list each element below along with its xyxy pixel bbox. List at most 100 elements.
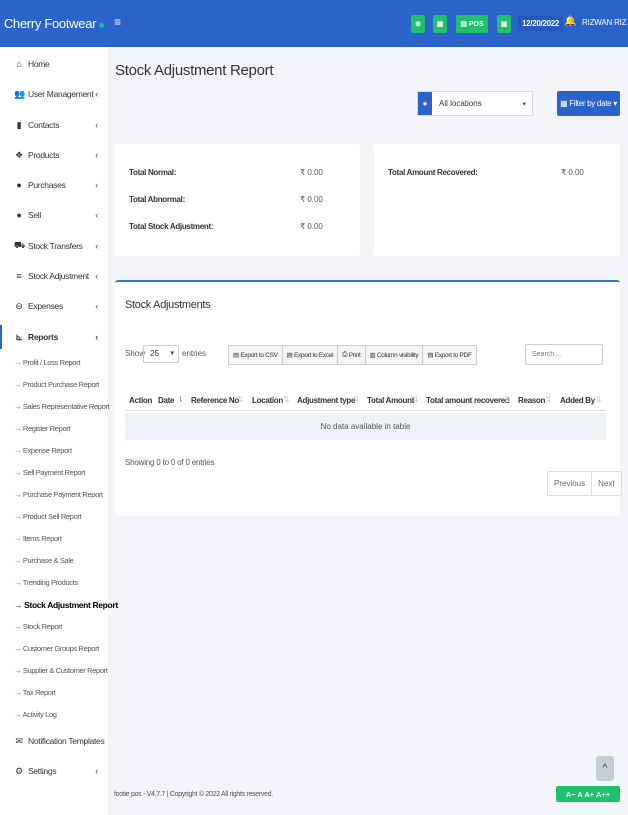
report-link-profit-loss[interactable]: → Profit / Loss Report xyxy=(14,358,80,367)
pos-button[interactable]: ▤ POS xyxy=(456,15,488,33)
hamburger-icon[interactable]: ≡ xyxy=(114,15,121,29)
sidebar-item-settings[interactable]: ⚙ Settings ‹ xyxy=(0,759,108,783)
total-recovered-label: Total Amount Recovered: xyxy=(388,168,478,177)
calculator-icon[interactable]: ▦ xyxy=(433,15,447,33)
search-input[interactable] xyxy=(525,344,603,365)
sidebar-item-reports[interactable]: ⊾ Reports ‹ xyxy=(0,325,108,349)
report-link-register[interactable]: → Register Report xyxy=(14,424,71,433)
chevron-left-icon: ‹ xyxy=(95,332,98,342)
column-visibility-button[interactable]: ▥ Column visibility xyxy=(366,346,424,364)
report-link-sell-payment[interactable]: → Sell Payment Report xyxy=(14,468,85,477)
total-adjustment-value: ₹ 0.00 xyxy=(300,222,323,231)
pos-label: POS xyxy=(468,20,484,28)
export-excel-button[interactable]: ▤ Export to Excel xyxy=(283,346,339,364)
previous-button[interactable]: Previous xyxy=(548,472,593,495)
col-header-total-recovered[interactable]: Total amount recovered xyxy=(426,396,510,405)
location-select[interactable]: ● All locations ▾ xyxy=(417,91,533,116)
sidebar-item-stock-adjustment[interactable]: ≡ Stock Adjustment ‹ xyxy=(0,264,108,288)
sidebar-item-label: Expenses xyxy=(28,301,63,311)
home-icon: ⌂ xyxy=(16,59,22,69)
page-title: Stock Adjustment Report xyxy=(115,62,274,79)
filter-by-date-button[interactable]: ▦ Filter by date ▾ xyxy=(557,91,620,116)
pagination: Previous Next xyxy=(547,471,622,496)
report-link-items[interactable]: → Items Report xyxy=(14,534,62,543)
header-divider xyxy=(125,410,606,411)
col-header-location[interactable]: Location xyxy=(252,396,283,405)
database-icon: ≡ xyxy=(16,271,22,281)
col-header-adjustment-type[interactable]: Adjustment type xyxy=(297,396,355,405)
caret-down-icon: ▾ xyxy=(522,100,526,108)
report-link-product-purchase[interactable]: → Product Purchase Report xyxy=(14,380,99,389)
chevron-left-icon: ‹ xyxy=(95,766,98,776)
sidebar-item-label: Purchases xyxy=(28,180,66,190)
font-size-controls[interactable]: A− A A+ A++ xyxy=(556,786,620,802)
add-circle-icon[interactable]: ⊕ xyxy=(411,15,425,33)
sidebar-item-user-management[interactable]: 👥 User Management ‹ xyxy=(0,82,108,106)
report-link-sales-rep[interactable]: → Sales Representative Report xyxy=(14,402,110,411)
report-link-trending-products[interactable]: → Trending Products xyxy=(14,578,78,587)
export-csv-button[interactable]: ▤ Export to CSV xyxy=(229,346,283,364)
brand-name: Cherry Footwear xyxy=(3,16,97,31)
col-header-action[interactable]: Action xyxy=(129,396,152,405)
col-header-date[interactable]: Date xyxy=(158,396,174,405)
export-excel-label: Export to Excel xyxy=(294,351,334,359)
report-link-product-sell[interactable]: → Product Sell Report xyxy=(14,512,82,521)
truck-icon: ⛟ xyxy=(14,240,26,250)
sidebar-item-expenses[interactable]: ⊖ Expenses ‹ xyxy=(0,294,108,318)
col-header-added-by[interactable]: Added By xyxy=(560,396,595,405)
table-empty-row: No data available in table xyxy=(125,413,606,440)
sidebar-item-products[interactable]: ❖ Products ‹ xyxy=(0,143,108,167)
report-link-activity-log[interactable]: → Activity Log xyxy=(14,710,57,719)
entries-select[interactable]: 25 ▾ xyxy=(143,345,179,363)
sidebar-item-notification-templates[interactable]: ✉ Notification Templates xyxy=(0,729,108,753)
report-link-expense[interactable]: → Expense Report xyxy=(14,446,72,455)
print-button[interactable]: ⎙ Print xyxy=(338,346,366,364)
next-button[interactable]: Next xyxy=(592,472,620,495)
sidebar-item-label: Sell xyxy=(28,210,41,220)
report-link-stock[interactable]: → Stock Report xyxy=(14,622,62,631)
chart-icon: ⊾ xyxy=(15,331,23,342)
sidebar-item-home[interactable]: ⌂ Home xyxy=(0,52,108,76)
col-header-total-amount[interactable]: Total Amount xyxy=(367,396,414,405)
bell-icon[interactable]: 🔔 xyxy=(564,16,576,27)
sidebar-item-label: Settings xyxy=(28,766,57,776)
report-link-supplier-customer[interactable]: → Supplier & Customer Report xyxy=(14,666,108,675)
users-icon: 👥 xyxy=(14,88,25,99)
total-adjustment-label: Total Stock Adjustment: xyxy=(129,222,214,231)
arrow-circle-down-icon: ● xyxy=(16,180,22,190)
report-link-purchase-payment[interactable]: → Purchase Payment Report xyxy=(14,490,103,499)
sidebar-item-purchases[interactable]: ● Purchases ‹ xyxy=(0,173,108,197)
sort-icon: ⇅ xyxy=(545,395,552,404)
sidebar: ⌂ Home 👥 User Management ‹ ▮ Contacts ‹ ❖ Prod… xyxy=(0,47,118,815)
scroll-top-button[interactable]: ^ xyxy=(596,756,614,781)
col-header-reference-no[interactable]: Reference No xyxy=(191,396,239,405)
sort-icon: ⇅ xyxy=(353,395,360,404)
caret-down-icon: ▾ xyxy=(170,350,174,357)
chevron-up-icon: ^ xyxy=(602,763,608,774)
report-link-purchase-sale[interactable]: → Purchase & Sale xyxy=(14,556,74,565)
sidebar-item-label: Stock Adjustment xyxy=(28,271,89,281)
report-link-stock-adjustment[interactable]: → Stock Adjustment Report xyxy=(14,600,118,610)
sidebar-item-label: Notification Templates xyxy=(28,736,105,746)
sidebar-item-sell[interactable]: ● Sell ‹ xyxy=(0,203,108,227)
sidebar-item-label: User Management xyxy=(28,89,94,99)
address-book-icon: ▮ xyxy=(16,119,22,130)
report-link-customer-groups[interactable]: → Customer Groups Report xyxy=(14,644,99,653)
col-header-reason[interactable]: Reason xyxy=(518,396,545,405)
report-link-tax[interactable]: → Tax Report xyxy=(14,688,56,697)
user-menu[interactable]: RIZWAN RIZ xyxy=(582,18,627,27)
sort-desc-icon: ⇂ xyxy=(177,395,184,404)
sort-icon: ⇅ xyxy=(237,395,244,404)
chevron-left-icon: ‹ xyxy=(95,301,98,311)
chevron-left-icon: ‹ xyxy=(95,89,98,99)
chevron-left-icon: ‹ xyxy=(95,120,98,130)
export-pdf-label: Export to PDF xyxy=(434,351,472,359)
money-icon[interactable]: ▣ xyxy=(497,15,511,33)
brand-logo[interactable]: Cherry Footwear xyxy=(0,0,108,47)
sort-icon: ⇅ xyxy=(283,395,290,404)
total-normal-value: ₹ 0.00 xyxy=(300,168,323,177)
sidebar-item-stock-transfers[interactable]: ⛟ Stock Transfers ‹ xyxy=(0,234,108,258)
map-marker-icon: ● xyxy=(418,92,432,115)
export-pdf-button[interactable]: ▤ Export to PDF xyxy=(423,346,475,364)
sidebar-item-contacts[interactable]: ▮ Contacts ‹ xyxy=(0,113,108,137)
